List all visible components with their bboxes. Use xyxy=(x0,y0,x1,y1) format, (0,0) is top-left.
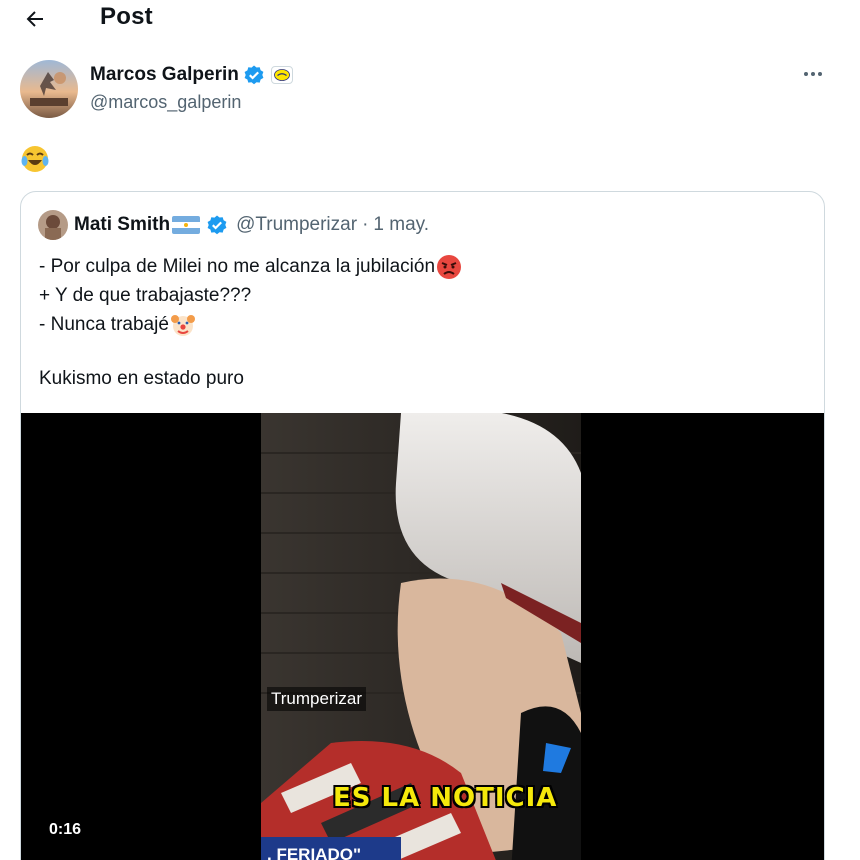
verified-badge-icon xyxy=(244,65,264,85)
quoted-line: Kukismo en estado puro xyxy=(39,368,244,389)
mercadolibre-badge-icon[interactable] xyxy=(270,66,293,84)
author-name[interactable]: Marcos Galperin xyxy=(90,64,239,86)
quoted-author-name[interactable]: Mati Smith xyxy=(74,214,170,236)
argentina-flag-icon xyxy=(172,216,201,234)
arrow-left-icon xyxy=(26,11,43,27)
video-duration: 0:16 xyxy=(43,819,88,841)
quoted-avatar[interactable] xyxy=(38,210,68,240)
separator-dot: · xyxy=(362,214,369,235)
post-header: Post xyxy=(0,0,860,40)
quoted-post-date[interactable]: 1 may. xyxy=(373,214,429,236)
angry-face-emoji xyxy=(437,254,462,279)
face-with-tears-of-joy-emoji xyxy=(21,146,49,172)
quoted-post[interactable]: Mati Smith @Trumperizar · 1 may. - Por c… xyxy=(20,191,825,860)
clown-face-emoji xyxy=(170,314,195,336)
quoted-line: - Nunca trabajé xyxy=(39,310,799,339)
page-title: Post xyxy=(100,3,153,30)
video-watermark: Trumperizar xyxy=(267,687,366,711)
avatar[interactable] xyxy=(20,60,78,118)
more-button[interactable] xyxy=(798,64,828,84)
video-caption: ES LA NOTICIA xyxy=(333,783,558,813)
quoted-line: - Por culpa de Milei no me alcanza la ju… xyxy=(39,252,799,281)
verified-badge-icon xyxy=(207,215,227,235)
post-author: Marcos Galperin @marcos_galperin xyxy=(20,58,840,120)
more-horizontal-icon xyxy=(804,72,822,76)
quoted-line-empty xyxy=(39,339,799,364)
quoted-post-header: Mati Smith @Trumperizar · 1 may. xyxy=(38,210,429,240)
quoted-line: + Y de que trabajaste??? xyxy=(39,285,252,306)
author-handle[interactable]: @marcos_galperin xyxy=(90,92,241,113)
post-text xyxy=(20,144,60,174)
quoted-post-text: - Por culpa de Milei no me alcanza la ju… xyxy=(39,252,799,393)
back-button[interactable] xyxy=(20,4,50,34)
news-banner: . FERIADO" xyxy=(261,837,401,860)
video-player[interactable]: Trumperizar ES LA NOTICIA . FERIADO" 0:1… xyxy=(21,413,824,860)
quoted-author-handle[interactable]: @Trumperizar xyxy=(236,214,357,236)
video-frame[interactable]: Trumperizar ES LA NOTICIA . FERIADO" xyxy=(261,413,581,860)
